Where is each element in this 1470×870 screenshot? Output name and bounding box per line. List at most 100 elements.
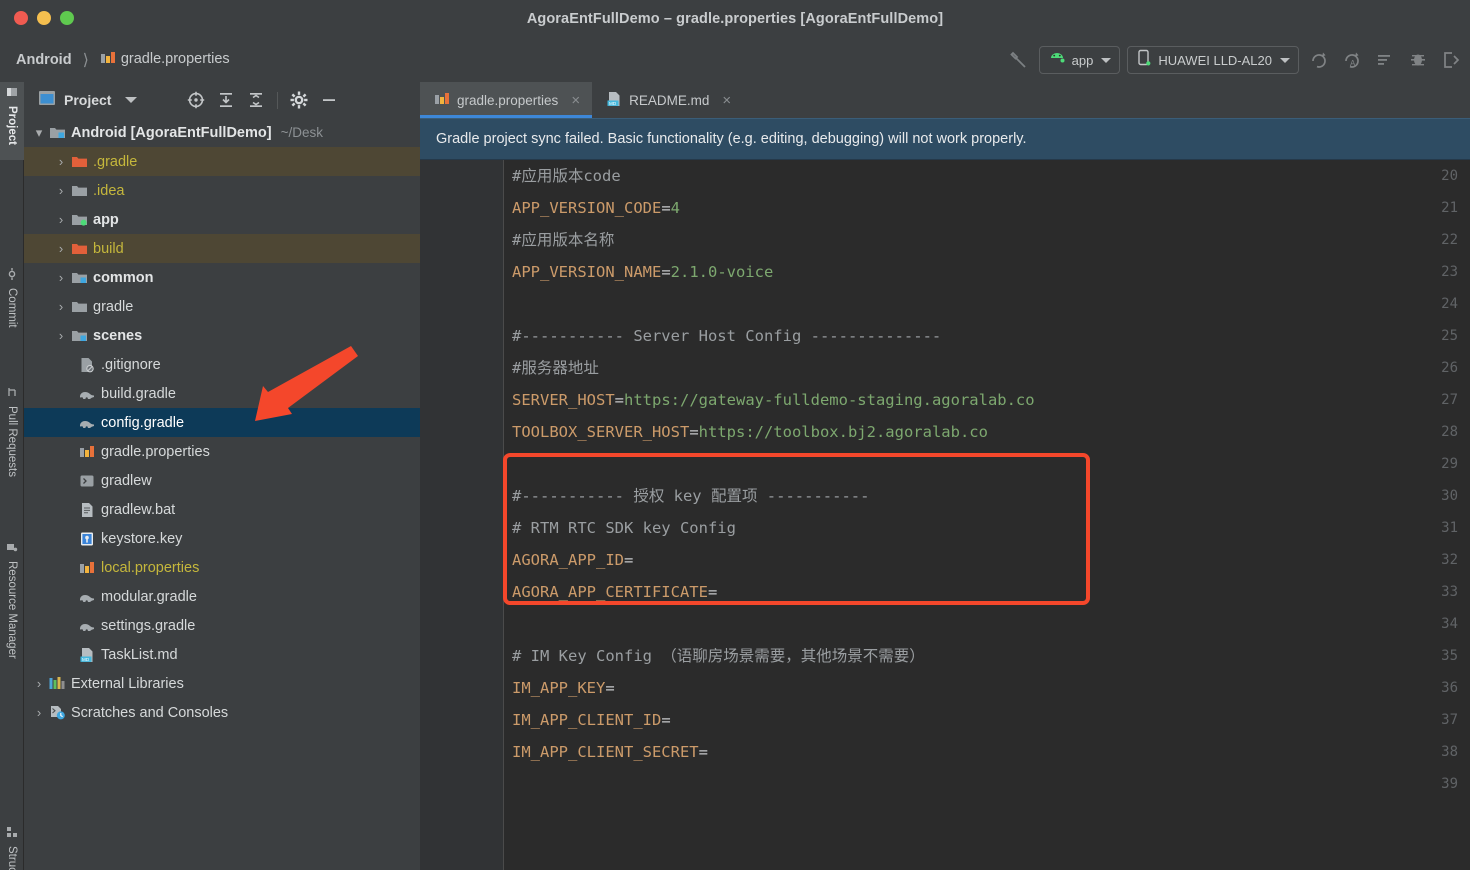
tool-window-structure[interactable]: Structure <box>0 822 24 870</box>
minimize-window-button[interactable] <box>37 11 51 25</box>
libraries-icon <box>46 676 68 691</box>
chevron-right-icon[interactable]: › <box>54 212 68 227</box>
code-token: = <box>661 263 671 281</box>
code-content[interactable]: #应用版本code APP_VERSION_CODE=4 #应用版本名称 APP_VE… <box>512 160 1470 870</box>
breadcrumb-item-android[interactable]: Android <box>12 50 76 70</box>
tree-row-scratches-and-consoles[interactable]: › Scratches and Consoles <box>24 698 420 727</box>
chevron-right-icon[interactable]: › <box>54 270 68 285</box>
rerun-gradle-icon[interactable] <box>1306 47 1332 73</box>
run-configuration-selector[interactable]: app <box>1038 46 1121 74</box>
chevron-down-icon[interactable] <box>125 97 138 103</box>
editor-tab-gradle-properties[interactable]: gradle.properties × <box>420 82 593 118</box>
markdown-file-icon: MD <box>76 647 98 663</box>
attach-debugger-icon[interactable] <box>1438 47 1464 73</box>
tree-label: .gitignore <box>101 356 161 373</box>
tool-window-pull-requests[interactable]: Pull Requests <box>0 382 24 507</box>
tool-window-project[interactable]: Project <box>0 82 24 160</box>
tool-window-structure-label: Structure <box>6 846 18 870</box>
tree-row-scenes[interactable]: › scenes <box>24 321 420 350</box>
tool-window-pull-requests-label: Pull Requests <box>6 406 18 477</box>
tree-row-gradlew-bat[interactable]: gradlew.bat <box>24 495 420 524</box>
project-icon <box>6 86 18 101</box>
tree-row-external-libraries[interactable]: › External Libraries <box>24 669 420 698</box>
tree-path-hint: ~/Desk <box>280 125 323 140</box>
properties-file-icon <box>100 50 116 70</box>
tree-row-gitignore[interactable]: .gitignore <box>24 350 420 379</box>
tree-row-dot-idea[interactable]: › .idea <box>24 176 420 205</box>
device-selector[interactable]: HUAWEI LLD-AL20 <box>1127 46 1299 74</box>
tool-window-project-label: Project <box>6 106 18 145</box>
device-label: HUAWEI LLD-AL20 <box>1158 52 1272 68</box>
tool-window-resource-manager[interactable]: Resource Manager <box>0 537 24 692</box>
debug-icon[interactable] <box>1405 47 1431 73</box>
code-token: https://gateway-fulldemo-staging.agorala… <box>624 391 1035 409</box>
tree-label: External Libraries <box>71 675 184 692</box>
tree-row-app[interactable]: › app <box>24 205 420 234</box>
project-panel-toolbar: Project <box>24 82 420 118</box>
tree-row-gradlew[interactable]: gradlew <box>24 466 420 495</box>
collapse-all-icon[interactable] <box>241 85 271 115</box>
close-icon[interactable]: × <box>571 92 580 109</box>
tree-row-android-root[interactable]: ▾ Android [AgoraEntFullDemo] ~/Desk <box>24 118 420 147</box>
tree-label: gradle.properties <box>101 443 210 460</box>
code-token: = <box>614 391 624 409</box>
module-folder-icon <box>68 328 90 343</box>
chevron-right-icon[interactable]: › <box>32 676 46 691</box>
locate-file-icon[interactable] <box>181 85 211 115</box>
tree-row-common[interactable]: › common <box>24 263 420 292</box>
code-line: #服务器地址 <box>512 352 1470 384</box>
tree-row-keystore-key[interactable]: keystore.key <box>24 524 420 553</box>
module-folder-icon <box>68 270 90 285</box>
breadcrumb-file-label: gradle.properties <box>120 51 230 67</box>
code-editor[interactable]: 20 21 22 23 24 25 26 27 28 29 30 31 32 33 34 35 36 37 38 39… <box>420 160 1470 870</box>
close-window-button[interactable] <box>14 11 28 25</box>
chevron-down-icon <box>1101 57 1112 63</box>
tree-row-settings-gradle[interactable]: settings.gradle <box>24 611 420 640</box>
code-token: #应用版本名称 <box>512 231 615 249</box>
tree-row-build[interactable]: › build <box>24 234 420 263</box>
tree-row-gradle-properties[interactable]: gradle.properties <box>24 437 420 466</box>
tree-row-tasklist-md[interactable]: MD TaskList.md <box>24 640 420 669</box>
build-hammer-icon[interactable] <box>1006 47 1032 73</box>
tree-label: scenes <box>93 327 143 344</box>
tree-label: app <box>93 211 119 228</box>
code-token: #----------- 授权 key 配置项 ----------- <box>512 487 870 505</box>
chevron-right-icon[interactable]: › <box>54 241 68 256</box>
chevron-right-icon[interactable]: › <box>54 299 68 314</box>
properties-file-icon <box>76 444 98 460</box>
zoom-window-button[interactable] <box>60 11 74 25</box>
run-anything-icon[interactable]: A <box>1339 47 1365 73</box>
code-token: APP_VERSION_CODE <box>512 199 662 217</box>
android-head-icon <box>1048 49 1066 72</box>
hide-panel-icon[interactable] <box>314 85 344 115</box>
code-line: #----------- Server Host Config --------… <box>512 320 1470 352</box>
editor-tab-label: gradle.properties <box>457 92 559 108</box>
chevron-right-icon[interactable]: › <box>32 705 46 720</box>
expand-all-icon[interactable] <box>211 85 241 115</box>
breadcrumb-item-file[interactable]: gradle.properties <box>96 48 234 72</box>
editor-tab-readme-md[interactable]: MD README.md × <box>592 82 743 118</box>
android-studio-window: AgoraEntFullDemo – gradle.properties [Ag… <box>0 0 1470 870</box>
pull-request-icon <box>6 386 18 401</box>
code-line: IM_APP_CLIENT_ID= <box>512 704 1470 736</box>
tree-row-config-gradle[interactable]: config.gradle <box>24 408 420 437</box>
tree-row-local-properties[interactable]: local.properties <box>24 553 420 582</box>
gear-icon[interactable] <box>284 85 314 115</box>
module-folder-green-icon <box>68 212 90 227</box>
code-token: # IM Key Config （语聊房场景需要，其他场景不需要） <box>512 647 925 665</box>
chevron-right-icon[interactable]: › <box>54 183 68 198</box>
gradle-sync-failed-banner: Gradle project sync failed. Basic functi… <box>420 118 1470 160</box>
project-file-tree[interactable]: ▾ Android [AgoraEntFullDemo] ~/Desk › .g… <box>24 118 420 870</box>
tree-row-build-gradle[interactable]: build.gradle <box>24 379 420 408</box>
chevron-right-icon[interactable]: › <box>54 328 68 343</box>
close-icon[interactable]: × <box>722 92 731 109</box>
tree-row-dot-gradle[interactable]: › .gradle <box>24 147 420 176</box>
chevron-right-icon[interactable]: › <box>54 154 68 169</box>
properties-file-icon <box>76 560 98 576</box>
tool-window-commit[interactable]: Commit <box>0 264 24 342</box>
chevron-down-icon[interactable]: ▾ <box>32 125 46 141</box>
tree-row-gradle[interactable]: › gradle <box>24 292 420 321</box>
tree-row-modular-gradle[interactable]: modular.gradle <box>24 582 420 611</box>
apply-changes-icon[interactable] <box>1372 47 1398 73</box>
